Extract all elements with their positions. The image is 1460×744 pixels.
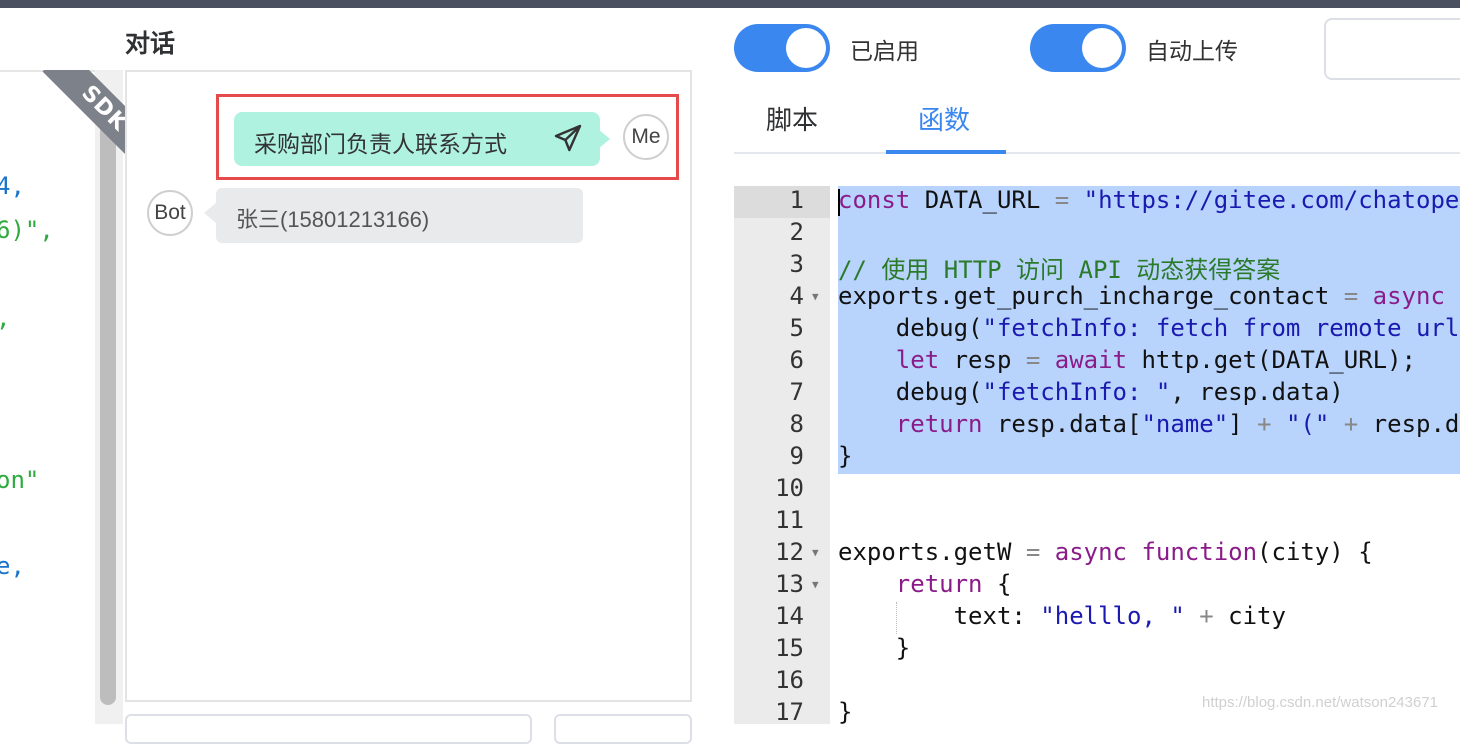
code-editor[interactable]: 1 2 3 4 ▼ 5 6 7 8 9 10 11 12 ▼ 13 ▼ 14 1…	[734, 186, 1460, 724]
tab-divider	[734, 152, 1460, 154]
bot-message-text: 张三(15801213166)	[236, 207, 430, 232]
code-line: }	[838, 442, 853, 470]
line-number: 5	[789, 314, 804, 342]
code-fragment: on"	[0, 466, 40, 494]
line-number: 3	[789, 250, 804, 278]
code-line: return {	[895, 570, 1012, 598]
code-fragment: ,	[0, 304, 10, 332]
code-line: text: "helllo, " + city	[838, 602, 1286, 630]
code-line: let resp = await http.get(DATA_URL);	[895, 346, 1416, 374]
user-bubble-tail	[598, 129, 610, 149]
chat-input[interactable]	[125, 714, 532, 744]
fold-arrow-icon[interactable]: ▼	[812, 578, 819, 591]
enabled-toggle[interactable]	[734, 24, 830, 72]
line-number: 6	[789, 346, 804, 374]
user-avatar: Me	[623, 114, 669, 160]
tab-active-indicator	[886, 150, 1006, 154]
line-number: 12	[775, 538, 804, 566]
line-number: 10	[775, 474, 804, 502]
code-line: debug("fetchInfo: fetch from remote url	[838, 314, 1460, 342]
chat-title: 对话	[125, 30, 176, 58]
line-number: 7	[789, 378, 804, 406]
auto-upload-toggle[interactable]	[1030, 24, 1126, 72]
left-scrollbar-thumb[interactable]	[100, 110, 116, 705]
user-message-text: 采购部门负责人联系方式	[254, 131, 507, 157]
code-fragment: 6)",	[0, 216, 54, 244]
line-number: 8	[789, 410, 804, 438]
code-line: }	[838, 698, 853, 724]
code-fragment: e,	[0, 552, 25, 580]
code-line: exports.getW = async function(city) {	[838, 538, 1373, 566]
bot-avatar: Bot	[147, 190, 193, 236]
line-number: 14	[775, 602, 804, 630]
toggle-knob	[786, 28, 826, 68]
fold-arrow-icon[interactable]: ▼	[812, 290, 819, 303]
line-number: 13	[775, 570, 804, 598]
sdk-label: SDK	[42, 70, 126, 156]
tab-script[interactable]: 脚本	[766, 100, 818, 137]
tab-functions[interactable]: 函数	[918, 100, 970, 137]
code-fragment: 4,	[0, 172, 25, 200]
code-line: const DATA_URL = "https://gitee.com/chat…	[838, 186, 1460, 214]
code-line: debug("fetchInfo: ", resp.data)	[838, 378, 1344, 406]
watermark: https://blog.csdn.net/watson243671	[1202, 694, 1439, 711]
code-line: exports.get_purch_incharge_contact = asy…	[838, 282, 1445, 310]
line-number: 16	[775, 666, 804, 694]
toggle-knob	[1082, 28, 1122, 68]
line-number: 15	[775, 634, 804, 662]
window-top-bar	[0, 0, 1460, 8]
enabled-toggle-label: 已启用	[850, 38, 919, 64]
bot-bubble-tail	[204, 203, 216, 223]
send-icon[interactable]	[552, 122, 584, 160]
code-line: }	[838, 634, 911, 662]
line-number: 1	[789, 186, 804, 214]
sdk-ribbon: SDK	[40, 70, 126, 156]
code-line: // 使用 HTTP 访问 API 动态获得答案	[838, 256, 1281, 284]
chat-send-button[interactable]	[554, 714, 692, 744]
auto-upload-toggle-label: 自动上传	[1146, 38, 1238, 64]
user-message-bubble: 采购部门负责人联系方式	[234, 112, 600, 166]
line-number: 4	[789, 282, 804, 310]
line-number: 2	[789, 218, 804, 246]
left-code-editor[interactable]: 4, 6)", , on" e,	[0, 70, 95, 726]
line-number: 9	[789, 442, 804, 470]
code-line: return resp.data["name"] + "(" + resp.da	[895, 410, 1460, 438]
bot-message-bubble: 张三(15801213166)	[216, 188, 583, 243]
top-right-input[interactable]	[1324, 18, 1460, 80]
line-number: 11	[775, 506, 804, 534]
line-number: 17	[775, 698, 804, 724]
fold-arrow-icon[interactable]: ▼	[812, 546, 819, 559]
